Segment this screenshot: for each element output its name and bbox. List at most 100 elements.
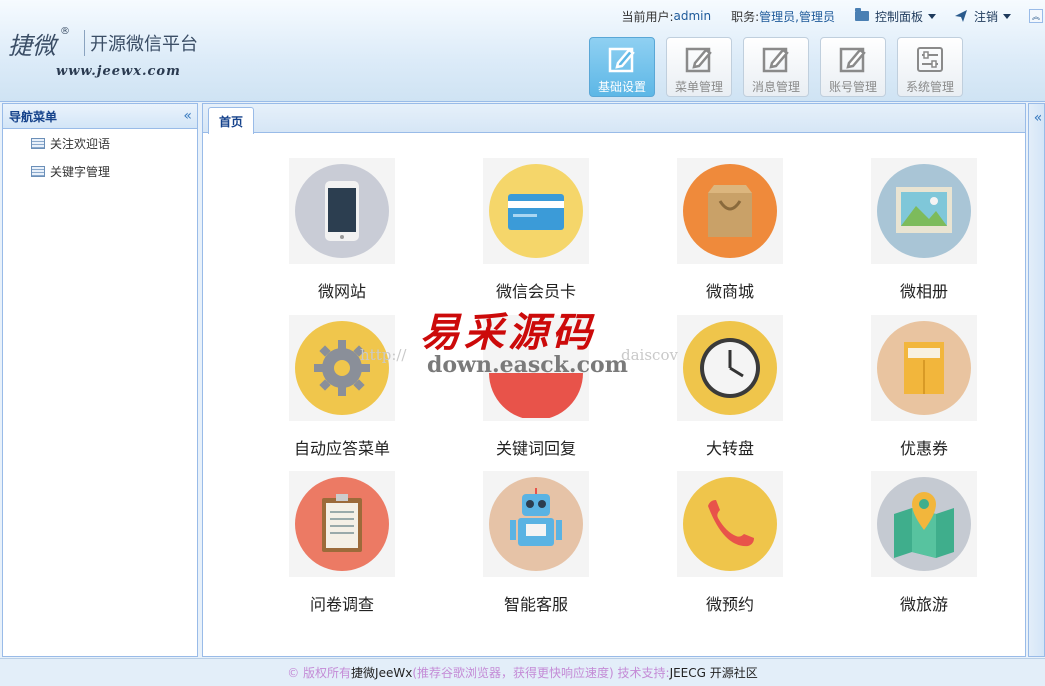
tile-keyword-reply[interactable]: 关键词回复 [461,315,611,465]
tile-image [483,158,589,264]
table-icon [31,137,45,149]
tile-smart-service[interactable]: 智能客服 [461,471,611,621]
current-user-label: 当前用户: [621,9,674,24]
collapse-header-button[interactable]: ︽ [1029,9,1043,23]
collapse-sidebar-icon[interactable]: « [183,108,191,124]
tile-micro-booking[interactable]: 微预约 [655,471,805,621]
shopping-bag-icon [683,164,777,258]
chevron-down-icon [927,13,936,19]
header: 捷微 ® 开源微信平台 www.jeewx.com 当前用户: admin 职务… [0,0,1045,102]
tile-label: 微预约 [705,595,754,614]
nav-button-label: 菜单管理 [674,80,723,94]
role-value: 管理员,管理员 [759,9,835,24]
role-label: 职务: [731,9,760,24]
nav-button-basic-settings[interactable]: 基础设置 [589,37,655,97]
top-info-bar: 当前用户: admin 职务: 管理员,管理员 控制面板 注销 ︽ [621,6,1045,26]
module-nav: 基础设置 菜单管理 消息管理 账号管理 系统管理 [589,37,974,97]
phone-handset-icon [683,477,777,571]
edit-icon [839,47,866,73]
clock-icon [683,321,777,415]
sliders-icon [917,47,943,72]
tile-label: 微网站 [317,282,366,301]
tile-label: 自动应答菜单 [293,439,390,458]
tile-image [871,471,977,577]
east-panel[interactable]: « [1028,103,1045,657]
tile-image [289,315,395,421]
logo-url: www.jeewx.com [56,64,181,79]
tile-image [871,158,977,264]
feature-grid: 微网站 微信会员卡 微商城 微相册 自动应答菜单 关键词回复 大转盘 优惠券 问… [247,158,1023,628]
tile-image [289,471,395,577]
main-panel: 首页 微网站 微信会员卡 微商城 微相册 自动应答菜单 关键词回复 大转盘 优惠… [202,103,1026,657]
logout-label: 注销 [973,9,998,24]
tile-micro-website[interactable]: 微网站 [267,158,417,308]
photo-icon [877,164,971,258]
logo-subtitle: 开源微信平台 [90,34,198,55]
sidebar-item-label: 关注欢迎语 [50,136,111,151]
tile-image [677,158,783,264]
sidebar-item-label: 关键字管理 [50,164,111,179]
chevron-down-icon [1003,13,1011,19]
tile-lucky-wheel[interactable]: 大转盘 [655,315,805,465]
envelope-icon [877,321,971,415]
gear-icon [295,321,389,415]
tile-micro-mall[interactable]: 微商城 [655,158,805,308]
robot-icon [489,477,583,571]
edit-icon [762,47,789,73]
logo-registered-mark: ® [60,26,70,37]
folder-icon [854,8,869,21]
tile-member-card[interactable]: 微信会员卡 [461,158,611,308]
tile-image [871,315,977,421]
sidebar-item-welcome-message[interactable]: 关注欢迎语 [3,129,197,157]
tab-bar: 首页 [203,104,1025,134]
sidebar-title: 导航菜单 [9,109,58,124]
footer-note: (推荐谷歌浏览器，获得更快响应速度) 技术支持: [412,666,670,680]
footer-support: JEECG 开源社区 [669,666,758,680]
nav-button-message-management[interactable]: 消息管理 [743,37,809,97]
sidebar-header: 导航菜单 « [3,104,197,129]
tab-home[interactable]: 首页 [208,107,254,134]
logo-text: 捷微 [8,32,56,60]
nav-button-label: 账号管理 [828,80,877,94]
tile-survey[interactable]: 问卷调查 [267,471,417,621]
tile-image [483,315,589,421]
nav-button-label: 消息管理 [751,80,800,94]
map-icon [877,477,971,571]
control-panel-label: 控制面板 [874,9,923,24]
nav-button-label: 基础设置 [597,80,646,94]
current-user-value: admin [673,9,712,23]
tile-label: 微信会员卡 [495,282,576,301]
tile-label: 优惠券 [899,439,948,458]
nav-button-menu-management[interactable]: 菜单管理 [666,37,732,97]
chat-bubble-icon [489,321,583,418]
control-panel-menu[interactable]: 控制面板 [854,8,936,25]
tile-label: 微相册 [899,282,948,301]
table-icon [31,165,45,177]
tile-coupon[interactable]: 优惠券 [849,315,999,465]
tile-micro-travel[interactable]: 微旅游 [849,471,999,621]
tile-image [677,315,783,421]
logo-divider [84,30,85,56]
tile-label: 问卷调查 [309,595,374,614]
logout-menu[interactable]: 注销 [954,8,1011,25]
tile-image [483,471,589,577]
edit-icon [685,47,712,73]
nav-button-account-management[interactable]: 账号管理 [820,37,886,97]
current-user: 当前用户: admin [621,8,711,25]
footer-copyright: © 版权所有 [287,666,352,680]
tile-label: 微旅游 [899,595,948,614]
tile-label: 智能客服 [503,595,568,614]
tile-label: 微商城 [705,282,754,301]
expand-panel-icon[interactable]: « [1034,110,1042,656]
nav-button-system-management[interactable]: 系统管理 [897,37,963,97]
tile-image [677,471,783,577]
tile-micro-album[interactable]: 微相册 [849,158,999,308]
sidebar-item-keyword-management[interactable]: 关键字管理 [3,157,197,185]
nav-button-label: 系统管理 [905,80,954,94]
sidebar: 导航菜单 « 关注欢迎语 关键字管理 [2,103,198,657]
footer: © 版权所有 捷微JeeWx (推荐谷歌浏览器，获得更快响应速度) 技术支持: … [0,658,1045,686]
card-icon [489,164,583,258]
tile-auto-reply-menu[interactable]: 自动应答菜单 [267,315,417,465]
tile-label: 关键词回复 [495,439,576,458]
send-icon [954,10,967,22]
